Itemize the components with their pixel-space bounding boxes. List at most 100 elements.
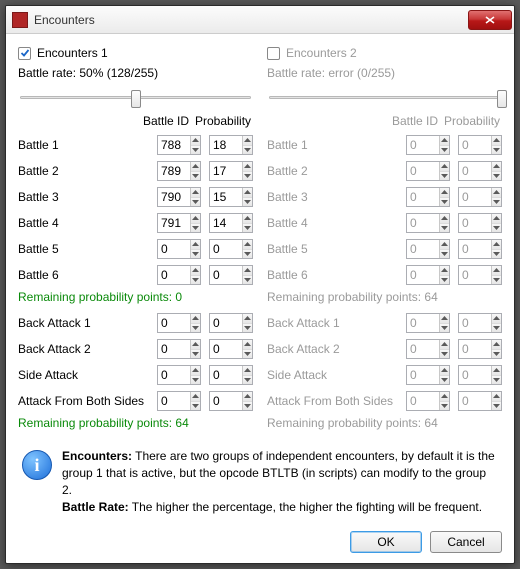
- spin-up-icon[interactable]: [492, 136, 501, 146]
- battle-prob-spinner[interactable]: [209, 239, 253, 259]
- attack-id-spinner[interactable]: [157, 365, 201, 385]
- battle-prob-spinner-input[interactable]: [459, 188, 491, 206]
- spin-down-icon[interactable]: [440, 402, 449, 411]
- battle-id-spinner-input[interactable]: [158, 266, 190, 284]
- spin-up-icon[interactable]: [191, 240, 200, 250]
- attack-prob-spinner-input[interactable]: [210, 314, 242, 332]
- spin-down-icon[interactable]: [440, 276, 449, 285]
- attack-prob-spinner-input[interactable]: [459, 392, 491, 410]
- spin-down-icon[interactable]: [191, 276, 200, 285]
- battle-id-spinner[interactable]: [157, 265, 201, 285]
- spin-down-icon[interactable]: [243, 402, 252, 411]
- attack-prob-spinner-input[interactable]: [459, 314, 491, 332]
- battle-id-spinner[interactable]: [157, 187, 201, 207]
- spin-down-icon[interactable]: [243, 198, 252, 207]
- spin-up-icon[interactable]: [243, 266, 252, 276]
- battle-prob-spinner-input[interactable]: [459, 162, 491, 180]
- battle-prob-spinner-input[interactable]: [459, 136, 491, 154]
- spin-up-icon[interactable]: [492, 314, 501, 324]
- battle-prob-spinner-input[interactable]: [210, 188, 242, 206]
- spin-up-icon[interactable]: [492, 266, 501, 276]
- battle-id-spinner[interactable]: [157, 213, 201, 233]
- battle-id-spinner-input[interactable]: [407, 136, 439, 154]
- attack-id-spinner-input[interactable]: [158, 392, 190, 410]
- spin-down-icon[interactable]: [243, 350, 252, 359]
- battle-prob-spinner[interactable]: [209, 135, 253, 155]
- battle-id-spinner[interactable]: [406, 239, 450, 259]
- spin-up-icon[interactable]: [243, 214, 252, 224]
- spin-down-icon[interactable]: [243, 250, 252, 259]
- attack-prob-spinner[interactable]: [458, 391, 502, 411]
- battle-prob-spinner-input[interactable]: [210, 266, 242, 284]
- battle-id-spinner-input[interactable]: [158, 214, 190, 232]
- battle-id-spinner-input[interactable]: [158, 240, 190, 258]
- spin-up-icon[interactable]: [440, 214, 449, 224]
- battle-prob-spinner-input[interactable]: [210, 240, 242, 258]
- spin-down-icon[interactable]: [243, 324, 252, 333]
- spin-down-icon[interactable]: [243, 376, 252, 385]
- spin-down-icon[interactable]: [440, 324, 449, 333]
- spin-up-icon[interactable]: [440, 340, 449, 350]
- spin-down-icon[interactable]: [492, 402, 501, 411]
- spin-up-icon[interactable]: [191, 366, 200, 376]
- battle-id-spinner-input[interactable]: [407, 162, 439, 180]
- attack-prob-spinner[interactable]: [209, 313, 253, 333]
- spin-down-icon[interactable]: [440, 198, 449, 207]
- battle-prob-spinner[interactable]: [458, 213, 502, 233]
- spin-down-icon[interactable]: [191, 402, 200, 411]
- enc2-rate-slider[interactable]: [267, 86, 502, 108]
- spin-down-icon[interactable]: [191, 172, 200, 181]
- battle-id-spinner[interactable]: [406, 187, 450, 207]
- spin-up-icon[interactable]: [440, 162, 449, 172]
- attack-id-spinner[interactable]: [157, 391, 201, 411]
- spin-down-icon[interactable]: [440, 250, 449, 259]
- spin-up-icon[interactable]: [191, 214, 200, 224]
- spin-down-icon[interactable]: [440, 350, 449, 359]
- spin-down-icon[interactable]: [492, 276, 501, 285]
- attack-id-spinner-input[interactable]: [407, 392, 439, 410]
- battle-prob-spinner-input[interactable]: [459, 214, 491, 232]
- spin-up-icon[interactable]: [440, 188, 449, 198]
- attack-prob-spinner[interactable]: [458, 339, 502, 359]
- attack-prob-spinner[interactable]: [209, 339, 253, 359]
- battle-id-spinner[interactable]: [157, 135, 201, 155]
- attack-prob-spinner[interactable]: [458, 365, 502, 385]
- battle-id-spinner[interactable]: [406, 135, 450, 155]
- battle-prob-spinner[interactable]: [458, 135, 502, 155]
- spin-down-icon[interactable]: [243, 172, 252, 181]
- spin-up-icon[interactable]: [243, 392, 252, 402]
- battle-id-spinner[interactable]: [157, 239, 201, 259]
- spin-down-icon[interactable]: [440, 146, 449, 155]
- battle-id-spinner-input[interactable]: [407, 240, 439, 258]
- attack-prob-spinner-input[interactable]: [459, 366, 491, 384]
- spin-up-icon[interactable]: [191, 266, 200, 276]
- attack-prob-spinner[interactable]: [458, 313, 502, 333]
- spin-up-icon[interactable]: [191, 136, 200, 146]
- enc2-checkbox[interactable]: [267, 47, 280, 60]
- battle-prob-spinner[interactable]: [209, 187, 253, 207]
- ok-button[interactable]: OK: [350, 531, 422, 553]
- battle-id-spinner-input[interactable]: [407, 188, 439, 206]
- spin-up-icon[interactable]: [191, 188, 200, 198]
- attack-id-spinner-input[interactable]: [158, 314, 190, 332]
- spin-down-icon[interactable]: [440, 376, 449, 385]
- enc1-checkbox[interactable]: [18, 47, 31, 60]
- spin-down-icon[interactable]: [191, 198, 200, 207]
- battle-prob-spinner-input[interactable]: [210, 162, 242, 180]
- spin-down-icon[interactable]: [243, 224, 252, 233]
- battle-prob-spinner[interactable]: [209, 213, 253, 233]
- spin-up-icon[interactable]: [243, 162, 252, 172]
- spin-up-icon[interactable]: [440, 314, 449, 324]
- spin-down-icon[interactable]: [440, 172, 449, 181]
- slider-thumb[interactable]: [131, 90, 141, 108]
- spin-down-icon[interactable]: [492, 198, 501, 207]
- attack-id-spinner[interactable]: [406, 365, 450, 385]
- battle-prob-spinner-input[interactable]: [459, 240, 491, 258]
- spin-up-icon[interactable]: [440, 266, 449, 276]
- spin-up-icon[interactable]: [492, 240, 501, 250]
- battle-id-spinner[interactable]: [406, 265, 450, 285]
- spin-up-icon[interactable]: [492, 188, 501, 198]
- attack-id-spinner-input[interactable]: [158, 340, 190, 358]
- spin-up-icon[interactable]: [243, 136, 252, 146]
- attack-prob-spinner[interactable]: [209, 391, 253, 411]
